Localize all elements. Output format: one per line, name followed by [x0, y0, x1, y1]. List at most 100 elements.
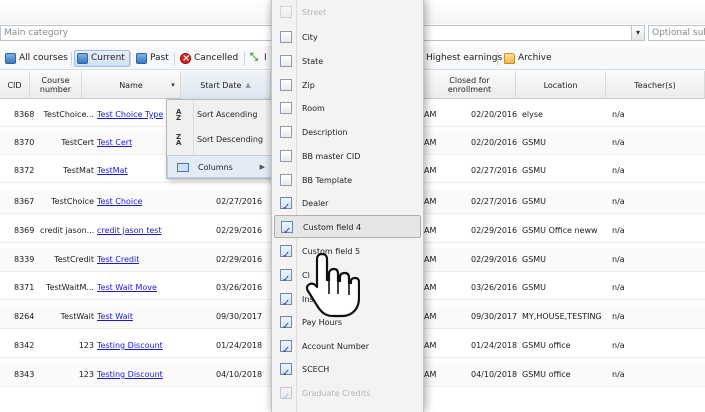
course-name-link[interactable]: Test Choice Type — [97, 103, 163, 126]
column-header-start-date[interactable]: Start Date ▲ — [181, 71, 271, 99]
archive-label: Archive — [518, 53, 552, 63]
course-number-cell: TestChoice — [51, 197, 94, 206]
toolbar-divider — [71, 52, 72, 65]
location-cell: GSMU — [522, 138, 547, 147]
course-name-link[interactable]: Testing Discount — [97, 334, 163, 357]
column-option-label: Custom field 4 — [303, 223, 362, 232]
course-name-link[interactable]: Testing Discount — [97, 363, 163, 386]
all-courses-label: All courses — [19, 53, 68, 63]
column-header-teachers[interactable]: Teacher(s) — [606, 71, 705, 99]
start-date-cell: 02/29/2016 — [216, 226, 263, 235]
column-context-menu: AZ Sort Ascending ZA Sort Descending Col… — [166, 99, 273, 179]
partial-time-cell: AM — [424, 370, 437, 379]
teacher-cell: n/a — [612, 197, 625, 206]
checkbox-icon[interactable] — [280, 31, 292, 43]
location-cell: GSMU — [522, 255, 547, 264]
checkbox-checked-icon[interactable] — [280, 292, 292, 315]
cancelled-button[interactable]: Cancelled — [177, 50, 243, 67]
checkbox-checked-icon[interactable] — [280, 196, 292, 219]
course-number-cell: 123 — [78, 370, 94, 379]
sort-descending-item[interactable]: ZA Sort Descending — [167, 128, 272, 151]
course-name-link[interactable]: Test Credit — [97, 248, 139, 271]
checkbox-icon[interactable] — [280, 6, 292, 18]
course-name-link[interactable]: Test Wait — [97, 305, 133, 328]
column-option-graduate-credits[interactable]: Graduate Credits — [274, 382, 421, 409]
course-name-link[interactable]: credit jason test — [97, 219, 162, 242]
column-option-state[interactable]: State — [274, 50, 421, 73]
column-header-closed-for-enrollment[interactable]: Closed for enrollment — [424, 71, 516, 99]
column-header-course-number[interactable]: Course number — [30, 71, 82, 99]
column-option-bb-template[interactable]: BB Template — [274, 169, 421, 192]
course-number-cell: TestCredit — [54, 255, 94, 264]
column-option-scech[interactable]: SCECH — [274, 358, 421, 385]
checkbox-checked-icon[interactable] — [280, 362, 292, 385]
course-book-icon — [77, 53, 88, 64]
cancel-icon — [180, 53, 191, 64]
course-name-link[interactable]: Test Choice — [97, 190, 142, 213]
checkbox-icon[interactable] — [280, 126, 292, 138]
sort-descending-label: Sort Descending — [197, 135, 264, 144]
checkbox-checked-icon[interactable] — [280, 386, 292, 409]
course-name-link[interactable]: Test Wait Move — [97, 276, 157, 299]
archive-button[interactable]: Archive — [501, 50, 557, 67]
current-button[interactable]: Current — [74, 50, 130, 67]
column-header-location[interactable]: Location — [516, 71, 606, 99]
hand-pointer-icon — [305, 252, 360, 318]
all-courses-button[interactable]: All courses — [2, 50, 73, 67]
course-book-icon — [5, 53, 16, 64]
checkbox-icon[interactable] — [280, 102, 292, 114]
column-option-description[interactable]: Description — [274, 121, 421, 144]
column-option-account-number[interactable]: Account Number — [274, 335, 421, 362]
checkbox-checked-icon[interactable] — [280, 268, 292, 291]
optional-subcategory-combo[interactable]: Optional sul — [648, 25, 705, 41]
column-option-zip[interactable]: Zip — [274, 74, 421, 97]
column-menu-trigger[interactable]: ▾ — [166, 71, 180, 99]
sort-ascending-label: Sort Ascending — [197, 110, 258, 119]
past-button[interactable]: Past — [133, 50, 174, 67]
location-cell: GSMU — [522, 166, 547, 175]
checkbox-checked-icon[interactable] — [280, 315, 292, 338]
checkbox-icon[interactable] — [280, 55, 292, 67]
column-option-city[interactable]: City — [274, 26, 421, 49]
checkbox-icon[interactable] — [280, 174, 292, 186]
course-name-link[interactable]: TestMat — [97, 159, 128, 182]
toolbar-divider — [130, 52, 131, 65]
checkbox-icon[interactable] — [280, 150, 292, 162]
start-date-cell: 02/29/2016 — [216, 255, 263, 264]
partial-time-cell: AM — [424, 226, 437, 235]
location-cell: GSMU Office neww — [522, 226, 598, 235]
column-option-dealer[interactable]: Dealer — [274, 192, 421, 219]
partial-time-cell: AM — [424, 341, 437, 350]
column-option-street[interactable]: Street — [274, 1, 421, 24]
location-cell: elyse — [522, 110, 543, 119]
cid-cell: 8369 — [14, 226, 35, 235]
columns-item[interactable]: Columns ▶ — [167, 155, 272, 178]
teacher-cell: n/a — [612, 283, 625, 292]
column-header-cid[interactable]: CID — [0, 71, 30, 99]
column-option-room[interactable]: Room — [274, 97, 421, 120]
column-option-label: Zip — [302, 81, 315, 90]
closed-date-cell: 02/27/2016 — [471, 166, 518, 175]
sort-ascending-item[interactable]: AZ Sort Ascending — [167, 103, 272, 126]
partial-toolbar-button[interactable]: ⤡ I — [247, 50, 272, 67]
partial-time-cell: AM — [424, 312, 437, 321]
column-option-bb-master-cid[interactable]: BB master CID — [274, 145, 421, 168]
checkbox-checked-icon[interactable] — [280, 244, 292, 267]
checkbox-icon[interactable] — [280, 79, 292, 91]
teacher-cell: n/a — [612, 166, 625, 175]
partial-time-cell: AM — [424, 255, 437, 264]
checkbox-checked-icon[interactable] — [281, 220, 293, 243]
highest-earnings-button[interactable]: Highest earnings — [423, 50, 507, 67]
teacher-cell: n/a — [612, 226, 625, 235]
closed-header-line2: enrollment — [447, 85, 492, 94]
column-option-custom-field-4[interactable]: Custom field 4 — [274, 215, 421, 243]
past-label: Past — [150, 53, 169, 63]
location-cell: GSMU — [522, 283, 547, 292]
column-option-label: BB Template — [302, 176, 353, 185]
chevron-down-icon[interactable]: ▾ — [631, 25, 645, 41]
checkbox-checked-icon[interactable] — [280, 339, 292, 362]
course-number-header-line1: Course — [41, 76, 70, 85]
course-name-link[interactable]: Test Cert — [97, 131, 132, 154]
sort-asc-icon: ▲ — [245, 80, 251, 89]
closed-date-cell: 09/30/2017 — [471, 312, 518, 321]
